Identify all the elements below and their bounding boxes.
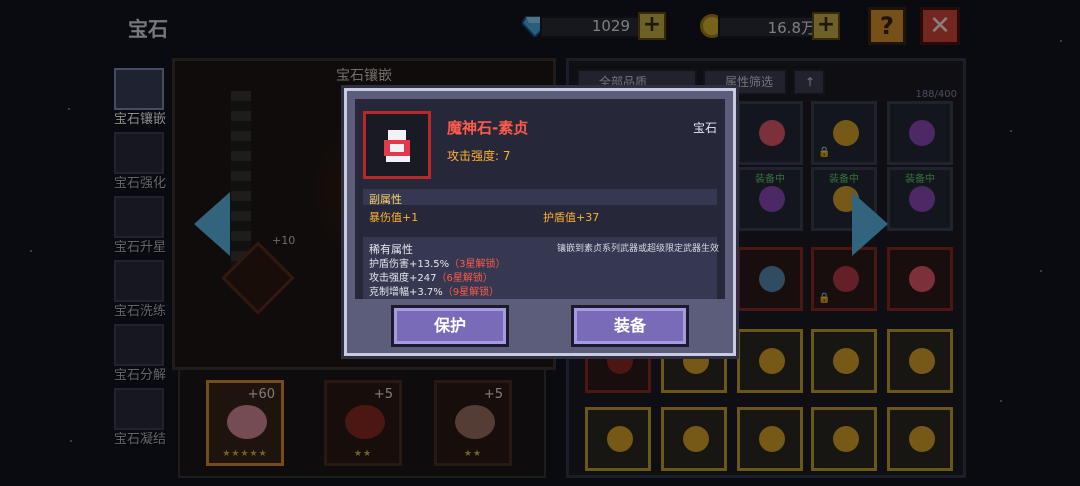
sub-attr-crit-damage: 暴伤值+1: [369, 211, 419, 224]
sub-attr-shield: 护盾值+37: [543, 211, 600, 224]
rare-attr-note: 镶嵌到素贞系列武器或超级限定武器生效: [556, 244, 719, 254]
sub-attr-header: [363, 189, 717, 205]
rare-attr-lock: （9星解锁）: [442, 287, 500, 298]
rare-attr-text: 克制增幅+3.7%: [369, 287, 443, 298]
gem-detail-content: 魔神石-素贞 宝石 攻击强度: 7 副属性 暴伤值+1 护盾值+37 稀有属性 …: [355, 99, 725, 299]
rare-attr-line: 攻击强度+247（6星解锁）: [369, 269, 493, 284]
gem-attack-stat: 攻击强度: 7: [447, 149, 511, 163]
protect-button[interactable]: 保护: [391, 305, 509, 347]
equip-button[interactable]: 装备: [571, 305, 689, 347]
sub-attr-title: 副属性: [369, 193, 402, 206]
gem-portrait-icon: [384, 130, 410, 162]
gem-detail-dialog: 魔神石-素贞 宝石 攻击强度: 7 副属性 暴伤值+1 护盾值+37 稀有属性 …: [344, 88, 736, 356]
rare-attr-line: 护盾伤害+13.5%（3星解锁）: [369, 255, 506, 270]
gem-portrait: [363, 111, 431, 179]
gem-type: 宝石: [692, 121, 717, 135]
gem-name: 魔神石-素贞: [447, 119, 529, 137]
rare-attr-line: 克制增幅+3.7%（9星解锁）: [369, 283, 499, 298]
